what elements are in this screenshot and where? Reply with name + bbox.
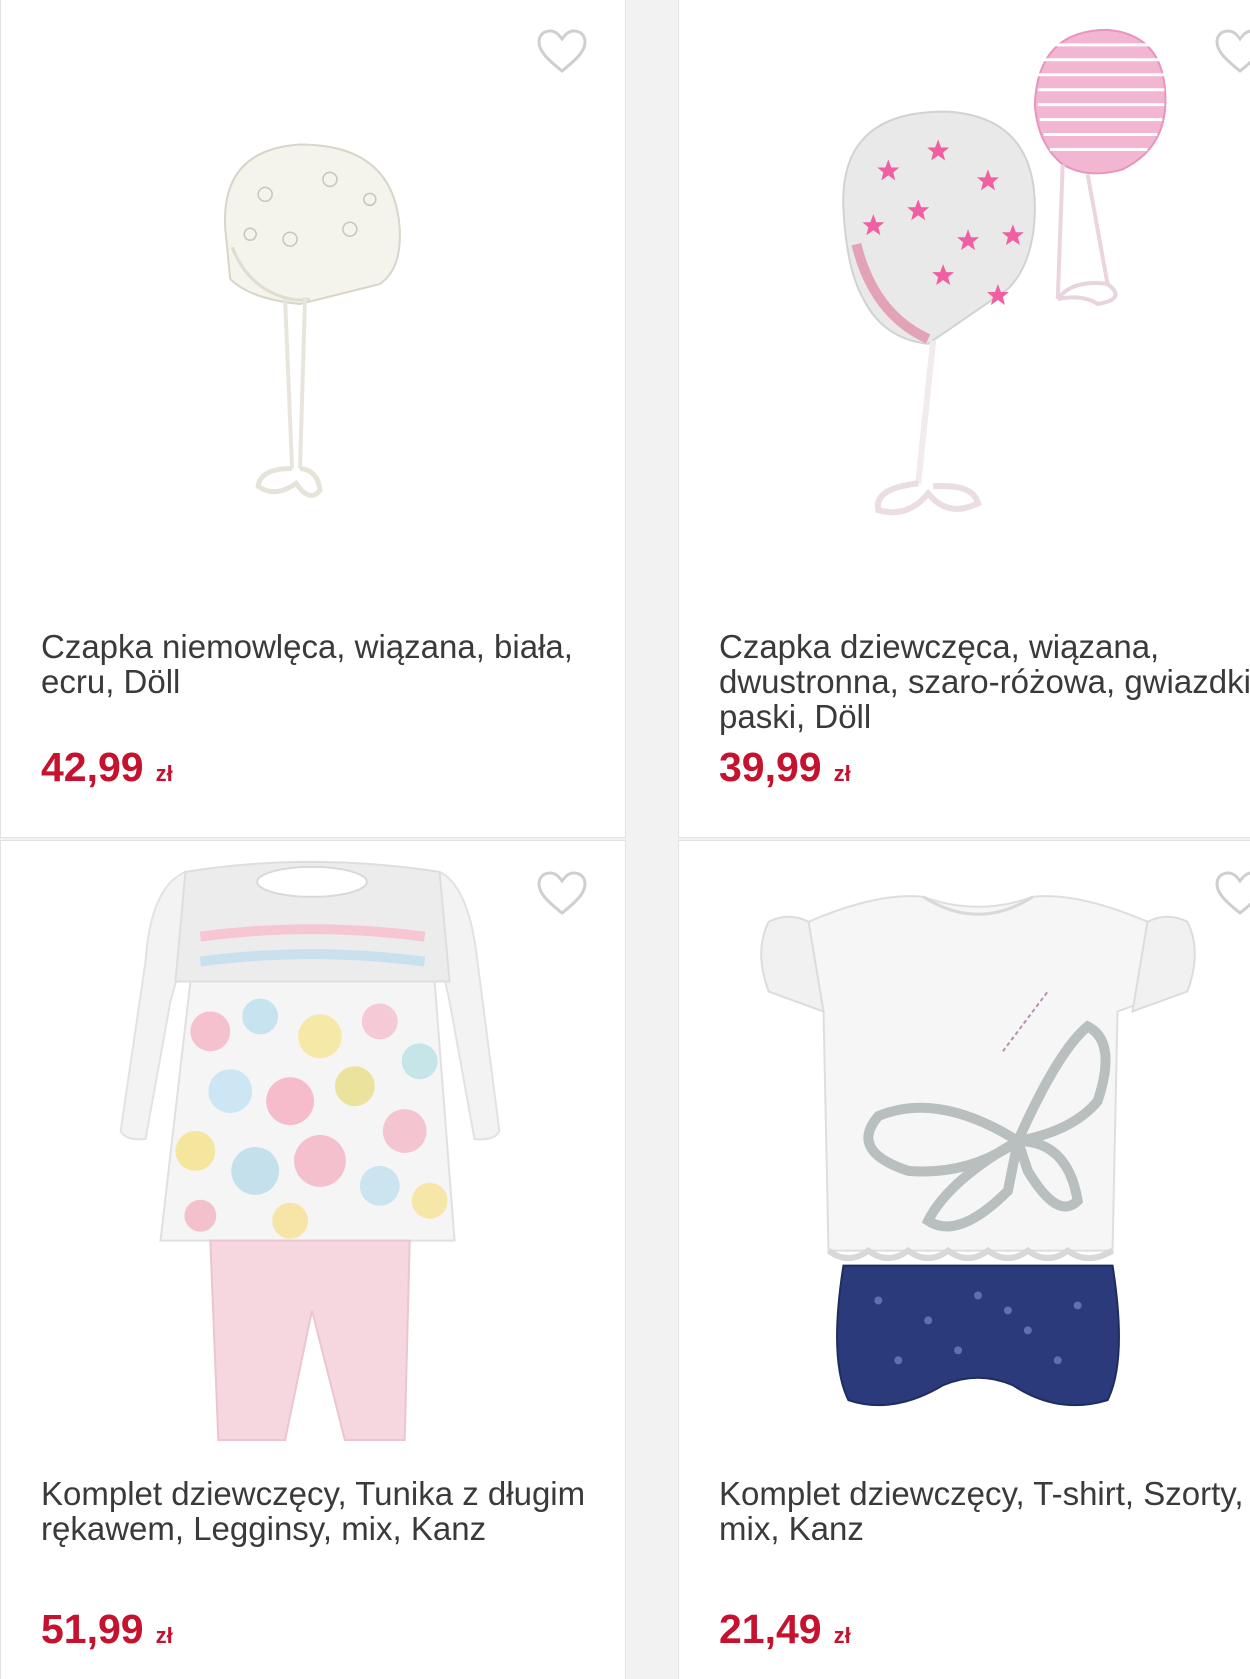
product-image-tunic-leggings-set[interactable] [1, 841, 625, 1441]
product-image-baby-hat[interactable] [1, 0, 625, 599]
product-grid: Czapka niemowlęca, wiązana, biała, ecru,… [0, 0, 1250, 1679]
product-card[interactable]: Czapka dziewczęca, wiązana, dwustronna, … [678, 0, 1250, 838]
product-card[interactable]: Czapka niemowlęca, wiązana, biała, ecru,… [0, 0, 626, 838]
price-currency: zł [833, 1623, 851, 1648]
product-title[interactable]: Czapka niemowlęca, wiązana, biała, ecru,… [41, 629, 601, 699]
heart-outline-icon[interactable] [537, 29, 587, 75]
price-value: 51,99 [41, 1606, 144, 1652]
product-title[interactable]: Czapka dziewczęca, wiązana, dwustronna, … [719, 629, 1250, 734]
price-currency: zł [155, 1623, 173, 1648]
product-title[interactable]: Komplet dziewczęcy, Tunika z długim ręka… [41, 1476, 601, 1546]
product-card[interactable]: Komplet dziewczęcy, Tunika z długim ręka… [0, 840, 626, 1679]
heart-outline-icon[interactable] [1215, 29, 1250, 75]
product-image-girl-hat[interactable] [679, 0, 1250, 599]
price-value: 21,49 [719, 1606, 822, 1652]
product-card[interactable]: Komplet dziewczęcy, T-shirt, Szorty, mix… [678, 840, 1250, 1679]
price-currency: zł [833, 761, 851, 786]
price: 39,99 zł [719, 744, 851, 791]
product-image-tshirt-shorts-set[interactable] [679, 841, 1250, 1441]
price-value: 39,99 [719, 744, 822, 790]
price: 51,99 zł [41, 1606, 173, 1653]
price-value: 42,99 [41, 744, 144, 790]
product-title[interactable]: Komplet dziewczęcy, T-shirt, Szorty, mix… [719, 1476, 1250, 1546]
heart-outline-icon[interactable] [1215, 871, 1250, 917]
price: 21,49 zł [719, 1606, 851, 1653]
price: 42,99 zł [41, 744, 173, 791]
heart-outline-icon[interactable] [537, 871, 587, 917]
price-currency: zł [155, 761, 173, 786]
